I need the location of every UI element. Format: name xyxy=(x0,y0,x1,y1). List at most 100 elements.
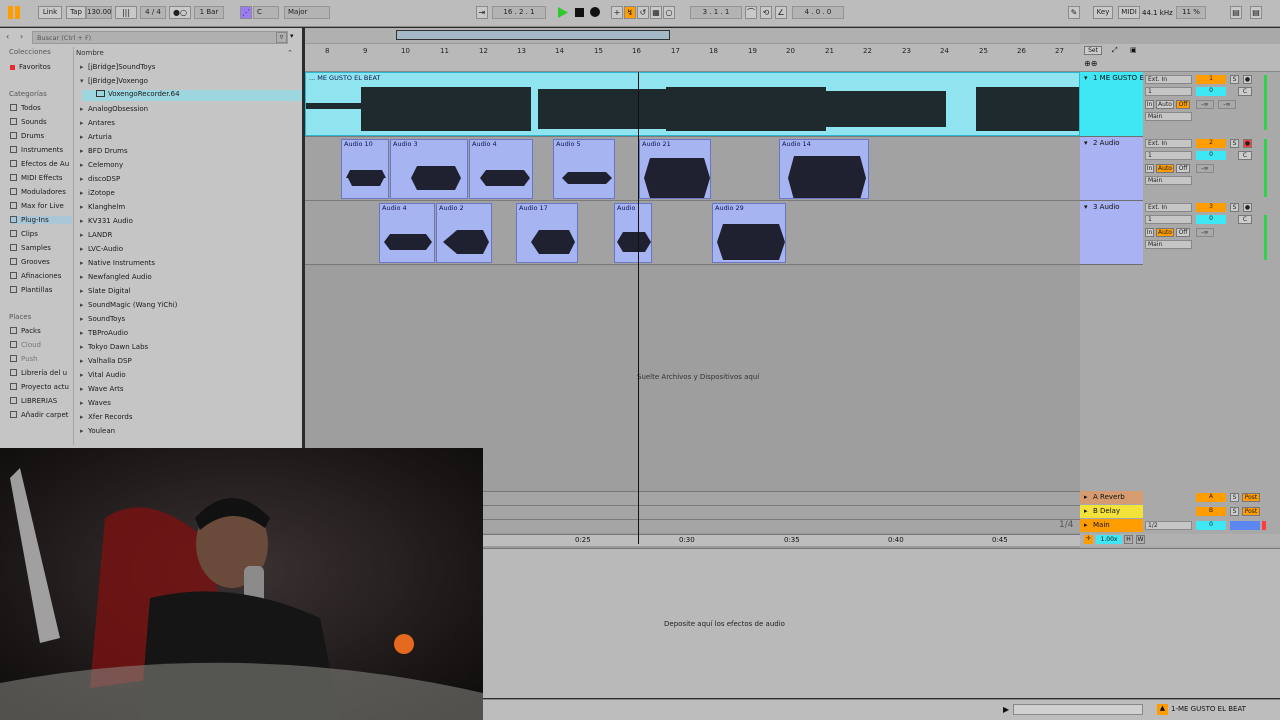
category-samples[interactable]: Samples xyxy=(10,244,51,252)
overdub-icon[interactable]: + xyxy=(611,6,623,19)
pan-field[interactable]: C xyxy=(1238,151,1252,160)
record-button[interactable] xyxy=(590,7,600,17)
volume-field[interactable]: 0 xyxy=(1196,215,1226,224)
place-current-project[interactable]: Proyecto actu xyxy=(10,383,69,391)
audio-clip[interactable]: Audio 2 xyxy=(436,203,492,263)
pencil-icon[interactable]: ✎ xyxy=(1068,6,1080,19)
plugin-folder[interactable]: ▸ Youlean xyxy=(80,427,115,435)
input-channel-select[interactable]: 1 xyxy=(1145,151,1192,160)
plugin-folder[interactable]: ▸ BFD Drums xyxy=(80,147,128,155)
overview-scrub-area[interactable] xyxy=(305,28,1080,43)
plugin-folder[interactable]: ▾ [jBridge]Voxengo xyxy=(80,77,148,85)
plugin-folder[interactable]: ▸ iZotope xyxy=(80,189,115,197)
plugin-folder[interactable]: ▸ Arturia xyxy=(80,133,112,141)
plugin-folder[interactable]: ▸ Tokyo Dawn Labs xyxy=(80,343,148,351)
set-button[interactable]: Set xyxy=(1084,46,1102,55)
loop-length-field[interactable]: 4 . 0 . 0 xyxy=(792,6,844,19)
return-a-solo-button[interactable]: S xyxy=(1230,493,1239,502)
plugin-folder[interactable]: ▸ LANDR xyxy=(80,231,112,239)
track-header-2[interactable]: ▾ 2 Audio xyxy=(1080,137,1143,201)
return-track-b[interactable]: ▸ B Delay xyxy=(1080,505,1143,518)
key-map-button[interactable]: Key xyxy=(1093,6,1113,19)
return-a-activator[interactable]: A xyxy=(1196,493,1226,502)
filter-icon[interactable]: ▿ xyxy=(276,32,287,43)
audio-clip[interactable]: Audio 29 xyxy=(712,203,786,263)
category-drums[interactable]: Drums xyxy=(10,132,44,140)
scale-select[interactable]: Major xyxy=(284,6,330,19)
fold-triangle-icon[interactable]: ▸ xyxy=(1084,493,1088,501)
return-b-post-button[interactable]: Post xyxy=(1242,507,1260,516)
loop-switch-icon[interactable]: ⟲ xyxy=(760,6,772,19)
stop-button[interactable] xyxy=(575,8,584,17)
draw-mode-icon[interactable]: ⌒ xyxy=(745,6,757,19)
volume-field[interactable]: 0 xyxy=(1196,87,1226,96)
audio-clip[interactable]: Audio 4 xyxy=(469,139,533,199)
browser-search-input[interactable]: Buscar (Ctrl + F) xyxy=(32,31,288,44)
monitor-off-button[interactable]: Off xyxy=(1176,164,1190,173)
audio-clip[interactable]: Audio 14 xyxy=(779,139,869,199)
category-midi-effects[interactable]: MIDI Effects xyxy=(10,174,63,182)
capture-midi-icon[interactable]: ▦ xyxy=(650,6,662,19)
metronome-bars-icon[interactable]: ||| xyxy=(115,6,137,19)
monitor-auto-button[interactable]: Auto xyxy=(1156,228,1174,237)
plugin-folder[interactable]: ▸ Xfer Records xyxy=(80,413,133,421)
back-arrow-icon[interactable]: ‹ xyxy=(6,32,9,41)
re-enable-automation-icon[interactable]: ↺ xyxy=(637,6,649,19)
track-activator[interactable]: 2 xyxy=(1196,139,1226,148)
track-lane-3[interactable]: Audio 4 Audio 2 Audio 17 Audio Audio 29 xyxy=(305,201,1080,265)
fold-triangle-icon[interactable]: ▾ xyxy=(1084,203,1088,211)
track-name[interactable]: 3 Audio xyxy=(1093,203,1120,211)
solo-button[interactable]: S xyxy=(1230,139,1239,148)
time-ruler[interactable]: 0:25 0:30 0:35 0:40 0:45 xyxy=(483,534,1080,546)
play-clip-icon[interactable]: ▶ xyxy=(1003,705,1009,714)
mini-overview[interactable] xyxy=(1013,704,1143,715)
width-icon[interactable]: W xyxy=(1136,535,1145,544)
plugin-folder[interactable]: ▸ discoDSP xyxy=(80,175,120,183)
link-button[interactable]: Link xyxy=(38,6,62,19)
track-activator[interactable]: 1 xyxy=(1196,75,1226,84)
monitor-in-button[interactable]: In xyxy=(1145,164,1154,173)
loop-start-field[interactable]: 3 . 1 . 1 xyxy=(690,6,742,19)
metronome-icon[interactable]: ●○ xyxy=(169,6,191,19)
collection-favoritos[interactable]: Favoritos xyxy=(10,63,51,71)
plugin-folder[interactable]: ▸ Klanghelm xyxy=(80,203,125,211)
plugin-folder[interactable]: ▸ SoundToys xyxy=(80,315,125,323)
arm-button[interactable]: ● xyxy=(1243,75,1252,84)
return-track-a[interactable]: ▸ A Reverb xyxy=(1080,491,1143,504)
arm-button[interactable]: ● xyxy=(1243,203,1252,212)
place-user-library[interactable]: Librería del u xyxy=(10,369,67,377)
place-push[interactable]: Push xyxy=(10,355,38,363)
plugin-folder[interactable]: ▸ Celemony xyxy=(80,161,123,169)
fold-triangle-icon[interactable]: ▾ xyxy=(1084,139,1088,147)
place-add-folder[interactable]: Añadir carpet xyxy=(10,411,69,419)
plugin-folder[interactable]: ▸ TBProAudio xyxy=(80,329,128,337)
grid-icon[interactable]: ✛ xyxy=(1084,535,1093,544)
solo-button[interactable]: S xyxy=(1230,203,1239,212)
volume-field[interactable]: 0 xyxy=(1196,151,1226,160)
main-volume-field[interactable]: 0 xyxy=(1196,521,1226,530)
overview-visible-range[interactable] xyxy=(396,30,670,40)
audio-clip[interactable]: Audio xyxy=(614,203,652,263)
category-tunings[interactable]: Afinaciones xyxy=(10,272,61,280)
audio-clip[interactable]: ... ME GUSTO EL BEAT xyxy=(305,72,1080,136)
place-packs[interactable]: Packs xyxy=(10,327,41,335)
output-select[interactable]: Main xyxy=(1145,176,1192,185)
follow-icon[interactable]: ⇥ xyxy=(476,6,488,19)
track-name[interactable]: 2 Audio xyxy=(1093,139,1120,147)
output-select[interactable]: Main xyxy=(1145,112,1192,121)
category-grooves[interactable]: Grooves xyxy=(10,258,50,266)
quantize-select[interactable]: 1 Bar xyxy=(194,6,224,19)
plugin-folder[interactable]: ▸ LVC-Audio xyxy=(80,245,123,253)
audio-clip[interactable]: Audio 21 xyxy=(639,139,711,199)
fold-triangle-icon[interactable]: ▸ xyxy=(1084,507,1088,515)
category-sounds[interactable]: Sounds xyxy=(10,118,47,126)
fold-triangle-icon[interactable]: ▾ xyxy=(1084,74,1088,82)
input-channel-select[interactable]: 1 xyxy=(1145,215,1192,224)
audio-clip[interactable]: Audio 3 xyxy=(390,139,468,199)
menu-icon[interactable]: ▾ xyxy=(290,32,294,40)
monitor-auto-button[interactable]: Auto xyxy=(1156,164,1174,173)
track-header-3[interactable]: ▾ 3 Audio xyxy=(1080,201,1143,265)
return-b-solo-button[interactable]: S xyxy=(1230,507,1239,516)
plugin-folder[interactable]: ▸ [jBridge]SoundToys xyxy=(80,63,155,71)
song-position-field[interactable]: 16 . 2 . 1 xyxy=(492,6,546,19)
